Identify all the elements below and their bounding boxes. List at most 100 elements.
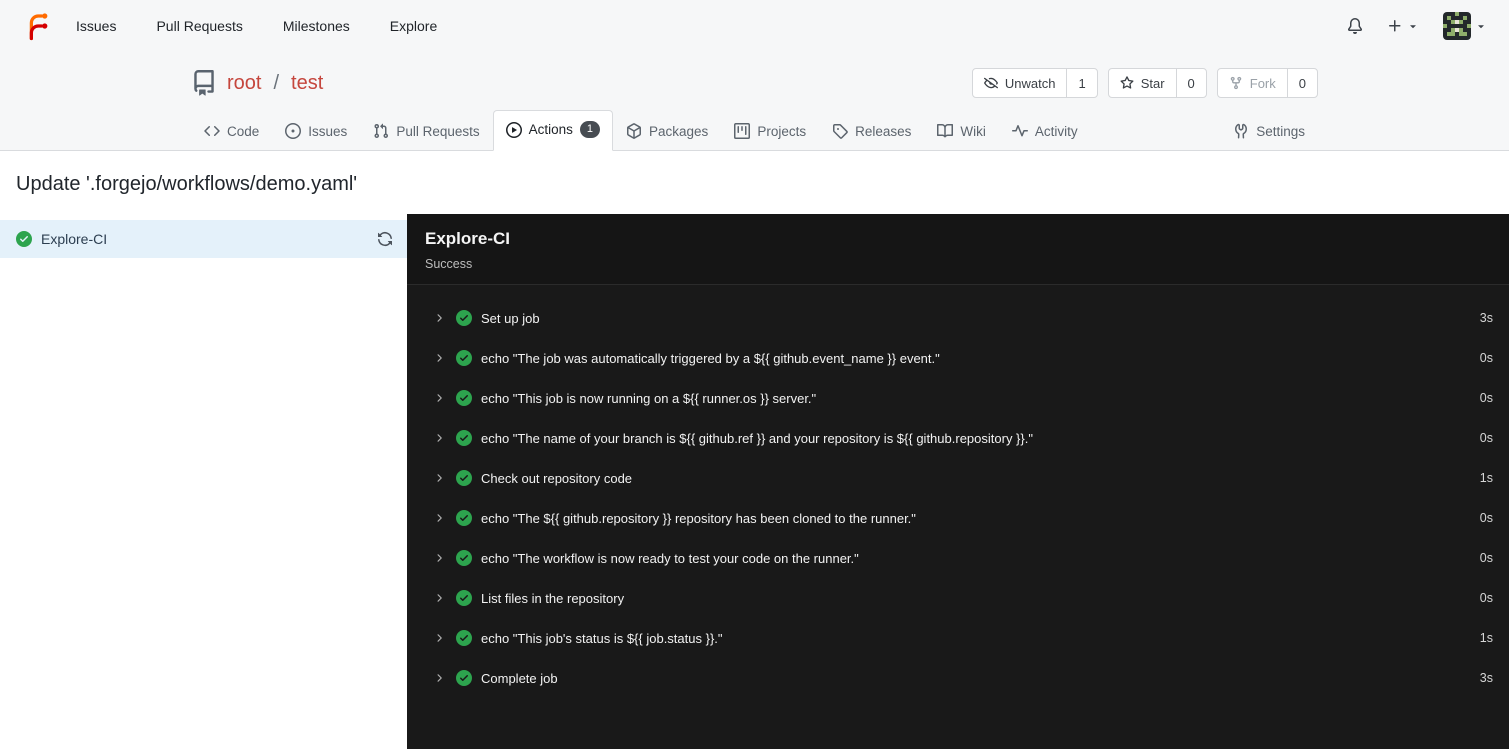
unwatch-button[interactable]: Unwatch	[973, 69, 1067, 97]
repo-name-link[interactable]: test	[291, 72, 323, 95]
step-row[interactable]: Complete job 3s	[407, 658, 1509, 698]
step-row[interactable]: echo "The name of your branch is ${{ git…	[407, 418, 1509, 458]
step-row[interactable]: Set up job 3s	[407, 298, 1509, 338]
tab-activity[interactable]: Activity	[999, 112, 1091, 151]
check-circle-icon	[456, 470, 472, 486]
chevron-right-icon	[433, 392, 445, 404]
repo-header: root / test Unwatch 1 Star 0 Fork 0 Code…	[0, 52, 1509, 151]
check-circle-icon	[456, 590, 472, 606]
step-name: echo "This job is now running on a ${{ r…	[481, 390, 817, 406]
tab-packages[interactable]: Packages	[613, 112, 721, 151]
pull-request-icon	[373, 123, 389, 139]
fork-button[interactable]: Fork	[1218, 69, 1287, 97]
step-name: Complete job	[481, 670, 558, 686]
create-new-menu-button[interactable]	[1387, 18, 1419, 34]
job-status-text: Success	[425, 257, 473, 271]
step-row[interactable]: echo "This job's status is ${{ job.statu…	[407, 618, 1509, 658]
chevron-right-icon	[433, 352, 445, 364]
job-item-explore-ci[interactable]: Explore-CI	[0, 220, 407, 258]
job-panel-header: Explore-CI Success	[407, 214, 1509, 285]
tab-projects[interactable]: Projects	[721, 112, 819, 151]
repo-tab-bar: Code Issues Pull Requests Actions 1 Pack…	[191, 110, 1318, 151]
project-board-icon	[734, 123, 750, 139]
tab-label: Issues	[308, 123, 348, 139]
chevron-right-icon	[433, 672, 445, 684]
fork-label: Fork	[1249, 75, 1276, 91]
step-row[interactable]: echo "The ${{ github.repository }} repos…	[407, 498, 1509, 538]
tab-code[interactable]: Code	[191, 112, 272, 151]
watchers-count[interactable]: 1	[1066, 69, 1096, 97]
chevron-right-icon	[433, 552, 445, 564]
step-name: echo "This job's status is ${{ job.statu…	[481, 630, 723, 646]
star-button-group: Star 0	[1107, 68, 1207, 98]
play-circle-icon	[506, 122, 522, 138]
run-commit-title: Update '.forgejo/workflows/demo.yaml'	[16, 173, 358, 195]
eye-closed-icon	[984, 76, 998, 90]
tab-label: Wiki	[960, 123, 986, 139]
step-row[interactable]: List files in the repository 0s	[407, 578, 1509, 618]
stars-count[interactable]: 0	[1175, 69, 1206, 97]
step-duration: 0s	[1479, 351, 1493, 365]
tab-label: Actions	[528, 122, 573, 137]
unwatch-button-group: Unwatch 1	[971, 68, 1098, 98]
check-circle-icon	[16, 231, 32, 247]
check-circle-icon	[456, 310, 472, 326]
tab-settings[interactable]: Settings	[1220, 112, 1318, 151]
tab-releases[interactable]: Releases	[819, 112, 924, 151]
step-duration: 1s	[1479, 631, 1493, 645]
navbar-item-explore[interactable]: Explore	[390, 18, 437, 34]
star-button[interactable]: Star	[1109, 69, 1176, 97]
step-row[interactable]: echo "The workflow is now ready to test …	[407, 538, 1509, 578]
step-duration: 0s	[1479, 431, 1493, 445]
step-duration: 3s	[1479, 311, 1493, 325]
job-list: Explore-CI	[0, 214, 407, 749]
step-row[interactable]: Check out repository code 1s	[407, 458, 1509, 498]
chevron-right-icon	[433, 512, 445, 524]
job-log-panel: Explore-CI Success Set up job 3s echo "T…	[407, 214, 1509, 749]
book-icon	[937, 123, 953, 139]
check-circle-icon	[456, 670, 472, 686]
bell-icon	[1347, 18, 1363, 34]
step-name: List files in the repository	[481, 590, 625, 606]
caret-down-icon	[1475, 20, 1487, 32]
forgejo-logo-icon[interactable]	[22, 11, 52, 41]
check-circle-icon	[456, 390, 472, 406]
job-panel-title: Explore-CI	[425, 229, 511, 248]
navbar-right	[1347, 12, 1487, 40]
repo-title: root / test	[191, 70, 323, 96]
top-navbar: Issues Pull Requests Milestones Explore	[0, 0, 1509, 52]
navbar-item-pull-requests[interactable]: Pull Requests	[156, 18, 242, 34]
tab-label: Settings	[1256, 123, 1305, 139]
forks-count[interactable]: 0	[1286, 69, 1317, 97]
user-menu-button[interactable]	[1443, 12, 1487, 40]
step-duration: 0s	[1479, 551, 1493, 565]
fork-button-group: Fork 0	[1216, 68, 1318, 98]
tab-wiki[interactable]: Wiki	[924, 112, 999, 151]
step-row[interactable]: echo "The job was automatically triggere…	[407, 338, 1509, 378]
check-circle-icon	[456, 510, 472, 526]
tab-actions[interactable]: Actions 1	[492, 110, 614, 151]
step-row[interactable]: echo "This job is now running on a ${{ r…	[407, 378, 1509, 418]
workflow-run-view: Explore-CI Explore-CI Success Set up job…	[0, 214, 1509, 749]
tab-pull-requests[interactable]: Pull Requests	[360, 112, 492, 151]
plus-icon	[1387, 18, 1403, 34]
step-name: echo "The job was automatically triggere…	[481, 350, 940, 366]
repo-path-separator: /	[273, 71, 280, 94]
chevron-right-icon	[433, 312, 445, 324]
repo-owner-link[interactable]: root	[227, 72, 261, 95]
chevron-right-icon	[433, 432, 445, 444]
rerun-sync-icon[interactable]	[377, 231, 393, 247]
check-circle-icon	[456, 350, 472, 366]
issue-opened-icon	[285, 123, 301, 139]
step-name: Check out repository code	[481, 470, 633, 486]
star-icon	[1120, 76, 1134, 90]
tab-issues[interactable]: Issues	[272, 112, 360, 151]
job-name: Explore-CI	[41, 231, 108, 247]
tab-label: Packages	[649, 123, 709, 139]
chevron-right-icon	[433, 472, 445, 484]
notifications-button[interactable]	[1347, 18, 1363, 34]
check-circle-icon	[456, 430, 472, 446]
navbar-item-issues[interactable]: Issues	[76, 18, 116, 34]
check-circle-icon	[456, 550, 472, 566]
navbar-item-milestones[interactable]: Milestones	[283, 18, 350, 34]
